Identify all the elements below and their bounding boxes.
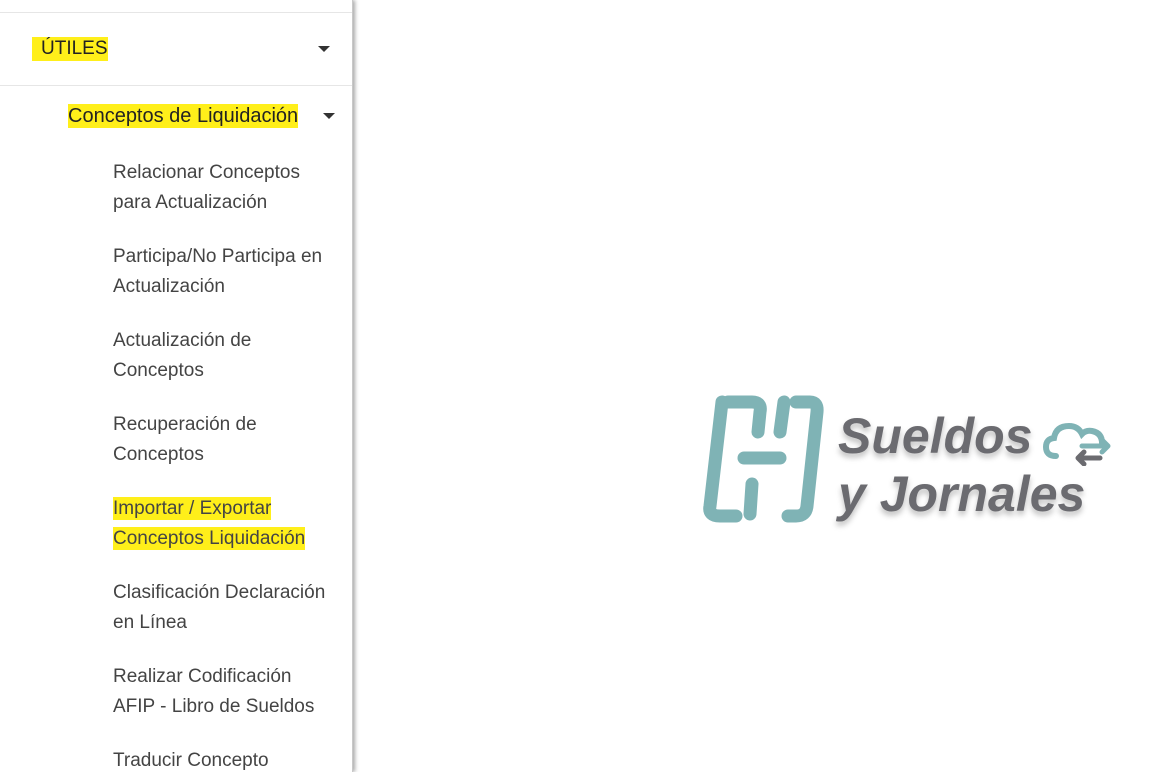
menu-item-label-line1: Actualización de [113, 330, 252, 351]
logo-text-line2: y Jornales [838, 466, 1086, 522]
menu-item-label-line2: Actualización [113, 276, 225, 297]
logo-text-line1: Sueldos [838, 408, 1033, 464]
menu-item-actualizacion-conceptos[interactable]: Actualización de Conceptos [113, 326, 343, 386]
divider [0, 85, 352, 86]
menu-item-label-line1: Recuperación de [113, 414, 257, 435]
divider [0, 12, 352, 13]
menu-item-recuperacion-conceptos[interactable]: Recuperación de Conceptos [113, 410, 343, 470]
menu-item-label-line1: Participa/No Participa en [113, 246, 323, 267]
menu-item-participa-no-participa[interactable]: Participa/No Participa en Actualización [113, 242, 343, 302]
menu-item-importar-exportar-conceptos[interactable]: Importar / Exportar Conceptos Liquidació… [113, 494, 343, 554]
menu-item-clasificacion-declaracion[interactable]: Clasificación Declaración en Línea [113, 578, 343, 638]
menu-item-label-line1: Traducir Concepto [113, 750, 269, 771]
group-header-conceptos-liquidacion[interactable]: Conceptos de Liquidación [0, 92, 352, 142]
menu-item-label-line1: Clasificación Declaración [113, 582, 326, 603]
menu-item-label-line2: AFIP - Libro de Sueldos [113, 696, 315, 717]
menu-item-realizar-codificacion-afip[interactable]: Realizar Codificación AFIP - Libro de Su… [113, 662, 343, 722]
menu-item-label-line1: Importar / Exportar [113, 497, 272, 520]
menu-item-label-line2: Conceptos Liquidación [113, 527, 306, 550]
menu-item-traducir-concepto[interactable]: Traducir Concepto [113, 746, 343, 772]
menu-item-label-line2: Conceptos [113, 444, 204, 465]
cloud-sync-icon [1042, 422, 1111, 466]
sueldos-y-jornales-logo: Sueldos y Jornales [700, 388, 1120, 528]
menu-item-label-line2: para Actualización [113, 192, 268, 213]
sidebar-menu: ÚTILES Conceptos de Liquidación Relacion… [0, 0, 353, 772]
logo-mark-icon [703, 395, 824, 523]
menu-item-label-line2: en Línea [113, 612, 187, 633]
menu-item-label-line1: Realizar Codificación [113, 666, 292, 687]
section-header-utiles[interactable]: ÚTILES [0, 14, 352, 84]
caret-down-icon[interactable] [318, 46, 330, 52]
menu-item-label-line2: Conceptos [113, 360, 204, 381]
section-label: ÚTILES [32, 37, 108, 61]
caret-down-icon[interactable] [323, 113, 335, 119]
menu-item-label-line1: Relacionar Conceptos [113, 162, 300, 183]
main-content [356, 0, 1156, 772]
menu-item-relacionar-conceptos[interactable]: Relacionar Conceptos para Actualización [113, 158, 343, 218]
group-label: Conceptos de Liquidación [68, 104, 299, 128]
